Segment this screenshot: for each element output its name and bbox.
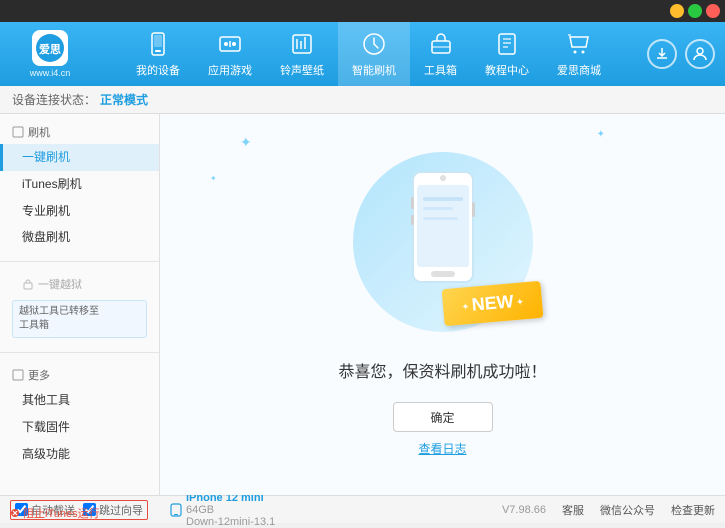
header: 爱思 www.i4.cn 我的设备 [0,22,725,86]
close-button[interactable] [706,4,720,18]
customer-service-link[interactable]: 客服 [562,502,584,518]
apps-games-icon [216,30,244,58]
sidebar-restore-label: 微盘刷机 [22,230,70,244]
sidebar-itunes-label: iTunes刷机 [22,177,82,191]
success-text: 恭喜您，保资料刷机成功啦！ [338,358,546,382]
sidebar-item-pro[interactable]: 专业刷机 [0,198,159,225]
header-right [647,39,715,69]
sidebar-item-restore[interactable]: 微盘刷机 [0,224,159,251]
nav-apps-games[interactable]: 应用游戏 [194,22,266,86]
sparkle-3: ✦ [210,174,217,183]
sidebar-item-advanced[interactable]: 高级功能 [0,441,159,468]
maximize-button[interactable] [688,4,702,18]
sidebar-jailbreak-label: 一键越狱 [38,276,82,292]
nav-smart-flash-label: 智能刷机 [352,62,396,78]
title-bar [0,0,725,22]
sidebar-section-header-more: 更多 [0,363,159,387]
nav-ringtone-label: 铃声壁纸 [280,62,324,78]
no-itunes: 阻止iTunes运行 [10,505,100,521]
logo-url: www.i4.cn [30,68,71,78]
logo[interactable]: 爱思 www.i4.cn [10,30,90,78]
nav-tutorial-label: 教程中心 [485,62,529,78]
my-device-icon [144,30,172,58]
phone-illustration: NEW [343,152,543,342]
sidebar-section-header-flash: 刷机 [0,120,159,144]
bottom-right: V7.98.66 客服 微信公众号 检查更新 [502,502,715,518]
sidebar-advanced-label: 高级功能 [22,447,70,461]
minimize-button[interactable] [670,4,684,18]
new-banner: NEW [442,281,544,327]
app-version: V7.98.66 [502,504,546,516]
sidebar-more-header-label: 更多 [28,367,50,383]
svg-text:爱思: 爱思 [39,43,61,56]
sidebar-item-download-fw[interactable]: 下载固件 [0,414,159,441]
wechat-link[interactable]: 微信公众号 [600,502,655,518]
nav-apps-games-label: 应用游戏 [208,62,252,78]
sidebar-download-fw-label: 下载固件 [22,420,70,434]
sidebar: 刷机 一键刷机 iTunes刷机 专业刷机 微盘刷机 一键越狱 [0,114,160,495]
sidebar-item-other-tools[interactable]: 其他工具 [0,387,159,414]
sidebar-one-click-label: 一键刷机 [22,150,70,164]
no-itunes-area: 阻止iTunes运行 [10,505,100,521]
sidebar-section-more: 更多 其他工具 下载固件 高级功能 [0,357,159,473]
bottom-bar: 自动截送 跳过向导 iPhone 12 mini 64GB Down-12min… [0,495,725,523]
sidebar-section-jailbreak: 一键越狱 越狱工具已转移至工具箱 [0,266,159,348]
ringtone-icon [288,30,316,58]
via-wizard-label: 跳过向导 [99,502,143,518]
sidebar-divider-2 [0,352,159,353]
user-button[interactable] [685,39,715,69]
sidebar-jailbreak-header: 一键越狱 [0,272,159,296]
device-version: Down-12mini-13.1 [186,516,275,528]
sparkle-1: ✦ [240,134,252,151]
shop-icon [565,30,593,58]
nav-shop-label: 爱思商城 [557,62,601,78]
nav-ringtone[interactable]: 铃声壁纸 [266,22,338,86]
nav-smart-flash[interactable]: 智能刷机 [338,22,410,86]
nav-toolbox-label: 工具箱 [424,62,457,78]
toolbox-icon [427,30,455,58]
status-label: 设备连接状态： [12,91,96,108]
nav-bar: 我的设备 应用游戏 铃声壁纸 [90,22,647,86]
sidebar-section-flash: 刷机 一键刷机 iTunes刷机 专业刷机 微盘刷机 [0,114,159,257]
nav-shop[interactable]: 爱思商城 [543,22,615,86]
tutorial-icon [493,30,521,58]
device-info: iPhone 12 mini 64GB Down-12mini-13.1 [170,492,275,528]
sidebar-flash-header-label: 刷机 [28,124,50,140]
sparkle-2: ✦ [597,129,605,140]
sidebar-item-itunes[interactable]: iTunes刷机 [0,171,159,198]
view-log-button[interactable]: 查看日志 [418,440,466,457]
download-button[interactable] [647,39,677,69]
sidebar-other-tools-label: 其他工具 [22,393,70,407]
nav-my-device[interactable]: 我的设备 [122,22,194,86]
sidebar-jailbreak-note: 越狱工具已转移至工具箱 [12,300,147,338]
logo-icon: 爱思 [32,30,68,66]
status-value: 正常模式 [100,91,148,108]
content-area: ✦ ✦ ✦ [160,114,725,495]
confirm-button[interactable]: 确定 [393,402,493,432]
sidebar-pro-label: 专业刷机 [22,204,70,218]
nav-tutorial[interactable]: 教程中心 [471,22,543,86]
smart-flash-icon [360,30,388,58]
sidebar-item-one-click[interactable]: 一键刷机 [0,144,159,171]
check-update-link[interactable]: 检查更新 [671,502,715,518]
nav-toolbox[interactable]: 工具箱 [410,22,471,86]
main-layout: 刷机 一键刷机 iTunes刷机 专业刷机 微盘刷机 一键越狱 [0,114,725,495]
sidebar-divider-1 [0,261,159,262]
device-storage: 64GB [186,504,275,516]
nav-my-device-label: 我的设备 [136,62,180,78]
status-bar: 设备连接状态： 正常模式 [0,86,725,114]
no-itunes-label: 阻止iTunes运行 [23,505,100,521]
